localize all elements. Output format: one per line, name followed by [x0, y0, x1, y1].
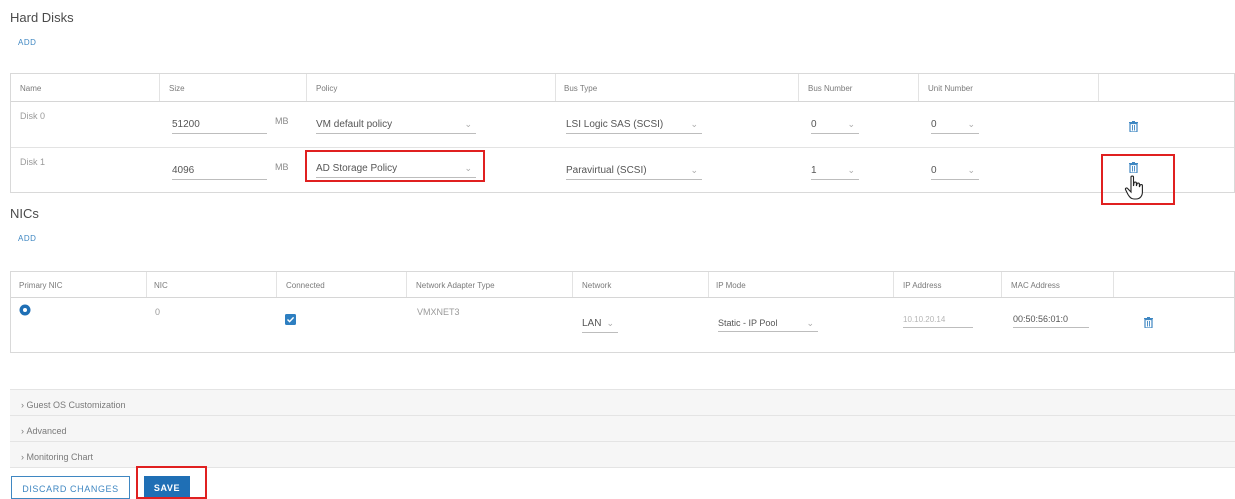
nics-title: NICs — [10, 206, 39, 221]
col-header-connected: Connected — [286, 281, 325, 290]
policy-select[interactable]: VM default policy ⌄ — [316, 119, 476, 134]
disk-size-input[interactable]: 4096 — [172, 165, 267, 180]
discard-changes-button[interactable]: DISCARD CHANGES — [11, 476, 130, 499]
col-header-bus-number: Bus Number — [808, 84, 853, 93]
bus-number-value: 1 — [811, 165, 817, 176]
network-select[interactable]: LAN ⌄ — [582, 318, 618, 333]
policy-value: VM default policy — [316, 119, 393, 130]
disk-size-input[interactable]: 51200 — [172, 119, 267, 134]
disk-size-unit: MB — [275, 162, 289, 172]
chevron-down-icon: ⌄ — [606, 318, 614, 328]
bus-type-select[interactable]: Paravirtual (SCSI) ⌄ — [566, 165, 702, 180]
highlight-box-delete — [1101, 154, 1175, 205]
col-header-mac-address: MAC Address — [1011, 281, 1060, 290]
unit-number-value: 0 — [931, 165, 937, 176]
bus-number-select[interactable]: 1 ⌄ — [811, 165, 859, 180]
ip-mode-value: Static - IP Pool — [718, 318, 778, 328]
col-header-nic: NIC — [154, 281, 168, 290]
mac-address-input[interactable]: 00:50:56:01:0 — [1013, 314, 1089, 328]
col-header-size: Size — [169, 84, 185, 93]
accordion-label: Monitoring Chart — [26, 452, 94, 462]
chevron-down-icon: ⌄ — [690, 119, 698, 129]
accordion-label: Advanced — [26, 426, 67, 436]
trash-icon[interactable] — [1144, 317, 1153, 328]
accordion-monitoring[interactable]: › Monitoring Chart — [10, 441, 1235, 468]
col-header-adapter-type: Network Adapter Type — [416, 281, 495, 290]
chevron-down-icon: ⌄ — [847, 119, 855, 129]
adapter-type-value: VMXNET3 — [417, 307, 460, 317]
add-disk-link[interactable]: ADD — [18, 38, 36, 47]
ip-address-input[interactable]: 10.10.20.14 — [903, 315, 973, 328]
bus-number-select[interactable]: 0 ⌄ — [811, 119, 859, 134]
trash-icon[interactable] — [1129, 121, 1138, 132]
network-value: LAN — [582, 318, 602, 329]
highlight-box-save — [136, 466, 207, 499]
bus-type-select[interactable]: LSI Logic SAS (SCSI) ⌄ — [566, 119, 702, 134]
checkbox-checked-icon[interactable] — [285, 314, 296, 325]
chevron-down-icon: ⌄ — [464, 119, 472, 129]
bus-type-value: Paravirtual (SCSI) — [566, 165, 647, 176]
col-header-network: Network — [582, 281, 612, 290]
ip-mode-select[interactable]: Static - IP Pool ⌄ — [718, 318, 818, 332]
radio-selected-icon[interactable] — [19, 304, 31, 316]
chevron-down-icon: ⌄ — [967, 119, 975, 129]
col-header-policy: Policy — [316, 84, 338, 93]
col-header-ip-address: IP Address — [903, 281, 942, 290]
hard-disks-title: Hard Disks — [10, 10, 74, 25]
col-header-primary-nic: Primary NIC — [19, 281, 63, 290]
accordion-advanced[interactable]: › Advanced — [10, 415, 1235, 441]
chevron-down-icon: ⌄ — [967, 165, 975, 175]
highlight-box-policy — [305, 150, 485, 182]
disk-size-unit: MB — [275, 116, 289, 126]
unit-number-select[interactable]: 0 ⌄ — [931, 165, 979, 180]
col-header-unit-number: Unit Number — [928, 84, 973, 93]
disk-name: Disk 1 — [20, 157, 46, 167]
col-header-ip-mode: IP Mode — [716, 281, 746, 290]
accordion-guest-os[interactable]: › Guest OS Customization — [10, 389, 1235, 415]
col-header-name: Name — [20, 84, 42, 93]
bus-type-value: LSI Logic SAS (SCSI) — [566, 119, 664, 130]
accordion-label: Guest OS Customization — [26, 400, 126, 410]
chevron-down-icon: ⌄ — [847, 165, 855, 175]
nic-index: 0 — [155, 307, 161, 317]
unit-number-select[interactable]: 0 ⌄ — [931, 119, 979, 134]
chevron-down-icon: ⌄ — [690, 165, 698, 175]
add-nic-link[interactable]: ADD — [18, 234, 36, 243]
chevron-down-icon: ⌄ — [806, 318, 814, 328]
unit-number-value: 0 — [931, 119, 937, 130]
disk-name: Disk 0 — [20, 111, 46, 121]
col-header-bus-type: Bus Type — [564, 84, 598, 93]
bus-number-value: 0 — [811, 119, 817, 130]
